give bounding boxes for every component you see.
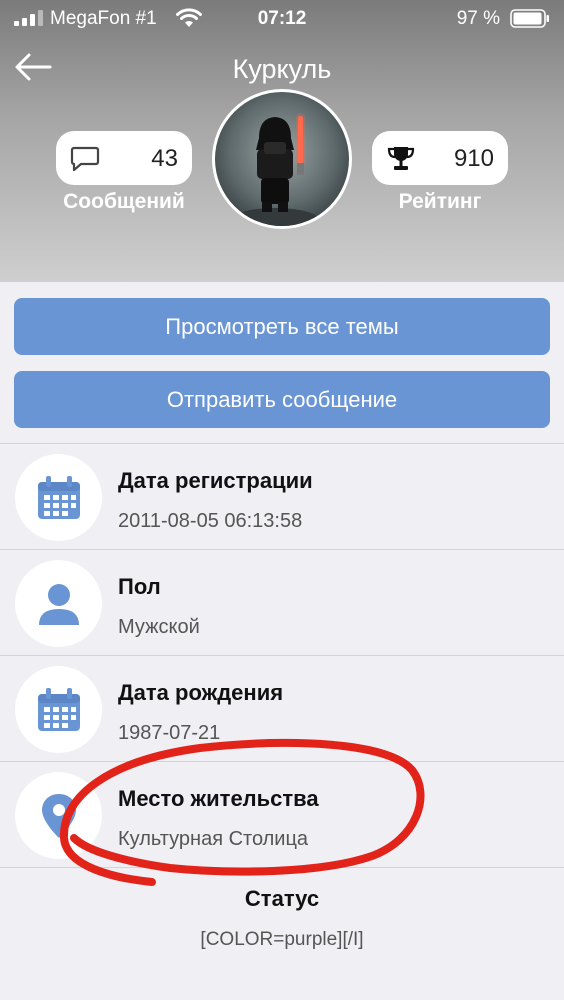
info-value: 1987-07-21 bbox=[118, 722, 221, 744]
info-row-gender: Пол Мужской bbox=[0, 550, 564, 656]
info-title: Дата регистрации bbox=[118, 468, 313, 493]
user-icon bbox=[15, 560, 102, 647]
battery-percent: 97 % bbox=[456, 8, 500, 29]
chat-bubble-icon bbox=[70, 146, 100, 172]
profile-header: MegaFon #1 07:12 97 % Куркуль 43 Сообщен… bbox=[0, 0, 564, 282]
messages-stat[interactable]: 43 bbox=[56, 131, 192, 185]
info-row-location: Место жительства Культурная Столица bbox=[0, 762, 564, 868]
info-title: Место жительства bbox=[118, 786, 319, 811]
trophy-icon bbox=[387, 147, 415, 170]
avatar[interactable] bbox=[212, 89, 352, 232]
avatar-image bbox=[215, 92, 349, 232]
rating-stat[interactable]: 910 bbox=[372, 131, 508, 185]
status-title: Статус bbox=[244, 886, 320, 911]
status-value: [COLOR=purple][/I] bbox=[200, 929, 364, 950]
profile-info-list: Дата регистрации 2011-08-05 06:13:58 Пол… bbox=[0, 443, 564, 868]
battery-icon bbox=[510, 9, 549, 28]
view-all-topics-button[interactable]: Просмотреть все темы bbox=[14, 298, 550, 355]
info-row-registration-date: Дата регистрации 2011-08-05 06:13:58 bbox=[0, 444, 564, 550]
info-title: Дата рождения bbox=[118, 680, 284, 705]
info-title: Пол bbox=[118, 574, 161, 599]
info-value: 2011-08-05 06:13:58 bbox=[118, 510, 303, 532]
info-value: Мужской bbox=[118, 616, 200, 638]
profile-username: Куркуль bbox=[232, 54, 332, 84]
rating-label: Рейтинг bbox=[398, 190, 482, 213]
calendar-icon bbox=[15, 666, 102, 753]
info-value: Культурная Столица bbox=[118, 828, 309, 850]
location-pin-icon bbox=[15, 772, 102, 859]
messages-count: 43 bbox=[151, 145, 178, 172]
info-row-birth-date: Дата рождения 1987-07-21 bbox=[0, 656, 564, 762]
status-bar: MegaFon #1 07:12 97 % bbox=[0, 0, 564, 38]
status-section: Статус [COLOR=purple][/I] bbox=[0, 870, 564, 951]
messages-label: Сообщений bbox=[63, 190, 185, 213]
calendar-icon bbox=[15, 454, 102, 541]
rating-value: 910 bbox=[453, 145, 494, 172]
send-message-button[interactable]: Отправить сообщение bbox=[14, 371, 550, 428]
